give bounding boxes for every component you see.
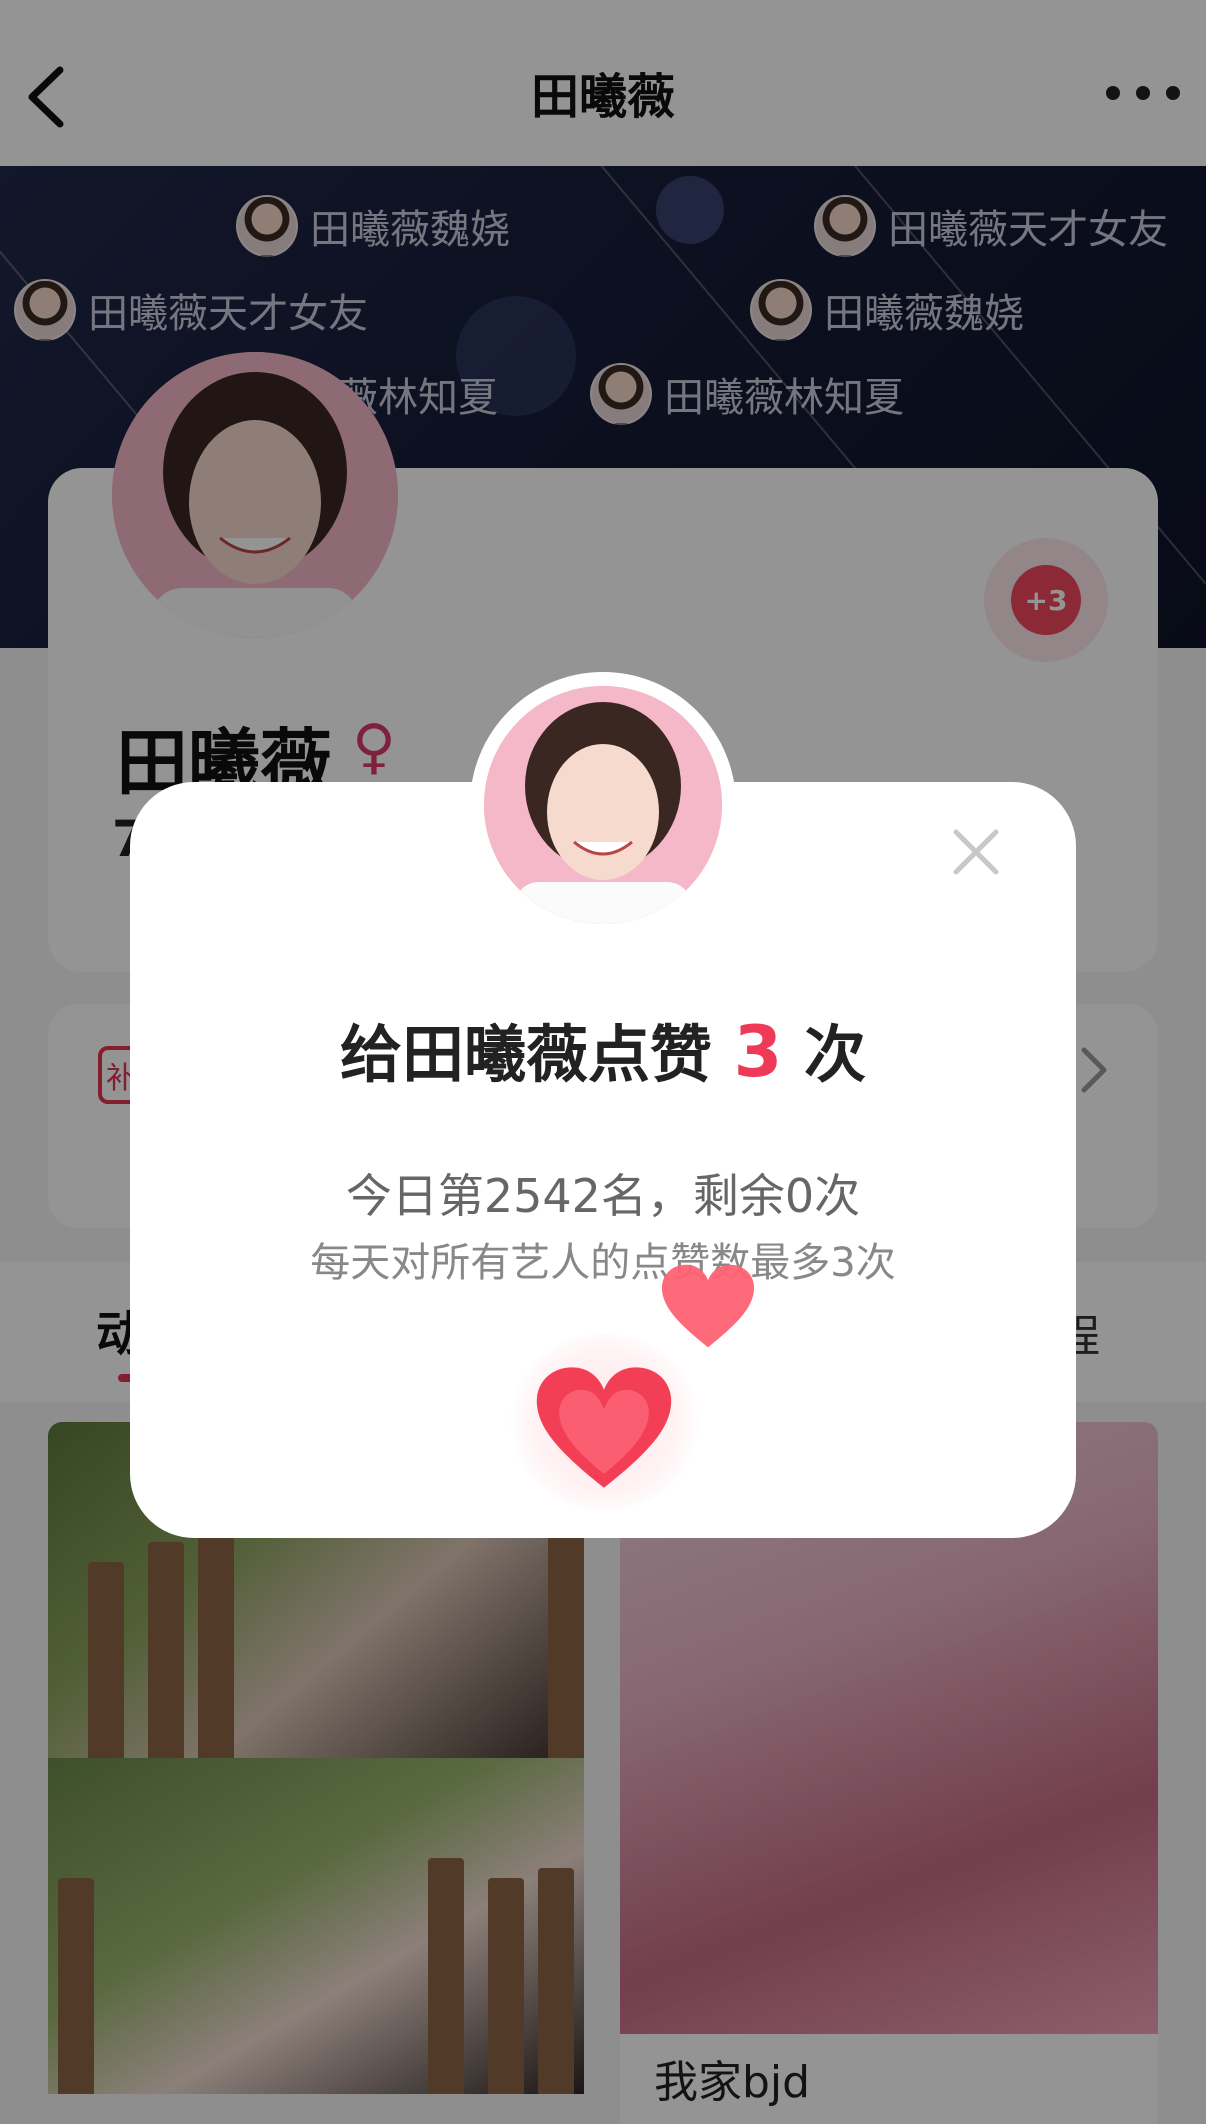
modal-title-prefix: 给田曦薇点赞: [340, 1018, 713, 1091]
floating-heart-icon: [660, 1262, 756, 1352]
like-limit-note: 每天对所有艺人的点赞数最多3次: [310, 1240, 896, 1286]
modal-title-suffix: 次: [803, 1018, 866, 1091]
like-heart-icon[interactable]: [534, 1364, 674, 1494]
daily-rank-text: 今日第2542名，剩余0次: [345, 1169, 861, 1223]
modal-title: 给田曦薇点赞 3 次: [130, 1012, 1076, 1095]
modal-avatar: [484, 686, 722, 924]
close-icon[interactable]: [944, 820, 1008, 884]
like-count: 3: [733, 1011, 783, 1093]
